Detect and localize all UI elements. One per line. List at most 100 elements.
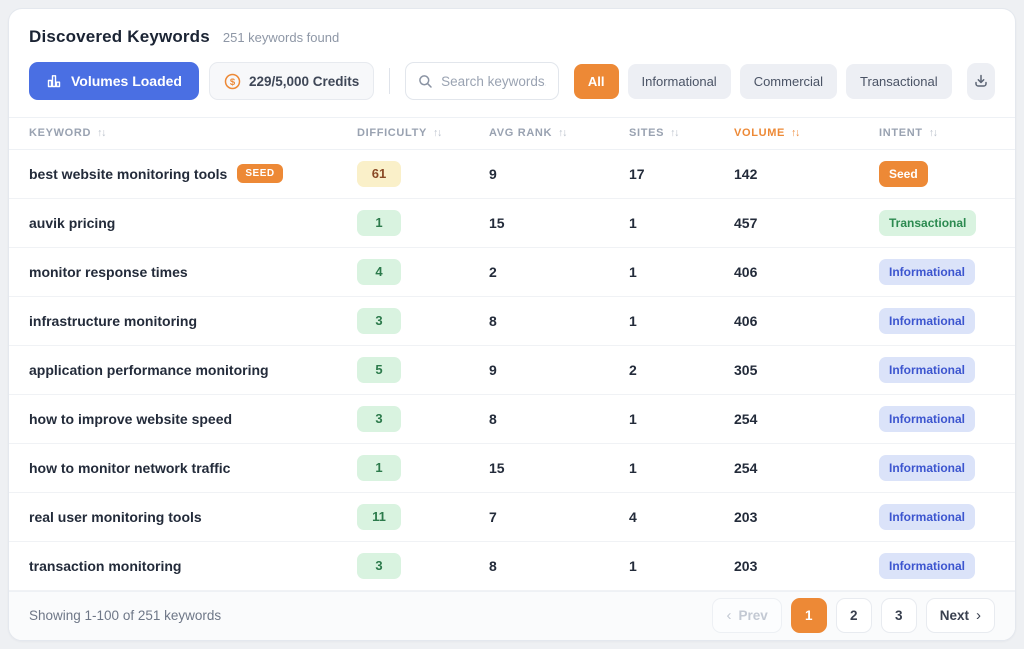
keyword-text: monitor response times xyxy=(29,264,188,280)
difficulty-badge: 3 xyxy=(357,308,401,334)
column-header-intent[interactable]: INTENT ↑↓ xyxy=(879,127,995,139)
table-row[interactable]: monitor response times 4 2 1 406 Informa… xyxy=(9,248,1015,297)
keyword-cell: monitor response times xyxy=(29,264,357,280)
page-button-2[interactable]: 2 xyxy=(836,598,872,633)
keyword-cell: transaction monitoring xyxy=(29,558,357,574)
column-label: KEYWORD xyxy=(29,127,91,139)
intent-cell: Transactional xyxy=(879,210,995,236)
sort-arrows-icon: ↑↓ xyxy=(929,127,937,139)
sites-cell: 1 xyxy=(629,460,734,476)
avg-rank-cell: 9 xyxy=(489,362,629,378)
difficulty-badge: 3 xyxy=(357,553,401,579)
keyword-text: best website monitoring tools xyxy=(29,166,227,182)
intent-cell: Informational xyxy=(879,553,995,579)
keyword-cell: how to improve website speed xyxy=(29,411,357,427)
avg-rank-cell: 2 xyxy=(489,264,629,280)
table-body: best website monitoring tools SEED 61 9 … xyxy=(9,150,1015,591)
toolbar: Volumes Loaded $ 229/5,000 Credits xyxy=(29,62,995,117)
keywords-found-count: 251 keywords found xyxy=(223,30,339,45)
keyword-cell: real user monitoring tools xyxy=(29,509,357,525)
intent-badge: Informational xyxy=(879,504,975,530)
table-row[interactable]: how to monitor network traffic 1 15 1 25… xyxy=(9,444,1015,493)
difficulty-badge: 4 xyxy=(357,259,401,285)
intent-cell: Informational xyxy=(879,406,995,432)
panel-header: Discovered Keywords 251 keywords found V… xyxy=(9,9,1015,117)
intent-badge: Informational xyxy=(879,553,975,579)
sort-arrows-icon: ↑↓ xyxy=(791,127,799,139)
sort-arrows-icon: ↑↓ xyxy=(97,127,105,139)
intent-cell: Informational xyxy=(879,504,995,530)
next-label: Next xyxy=(940,608,969,623)
difficulty-cell: 4 xyxy=(357,259,489,285)
column-header-sites[interactable]: SITES ↑↓ xyxy=(629,127,734,139)
volumes-loaded-button[interactable]: Volumes Loaded xyxy=(29,62,199,100)
prev-page-button[interactable]: ‹ Prev xyxy=(712,598,781,633)
page-button-3[interactable]: 3 xyxy=(881,598,917,633)
column-header-avg-rank[interactable]: AVG RANK ↑↓ xyxy=(489,127,629,139)
intent-badge: Seed xyxy=(879,161,928,187)
filter-all[interactable]: All xyxy=(574,64,619,99)
filter-commercial[interactable]: Commercial xyxy=(740,64,837,99)
table-row[interactable]: infrastructure monitoring 3 8 1 406 Info… xyxy=(9,297,1015,346)
table-row[interactable]: transaction monitoring 3 8 1 203 Informa… xyxy=(9,542,1015,591)
intent-badge: Informational xyxy=(879,357,975,383)
column-label: DIFFICULTY xyxy=(357,127,427,139)
panel-footer: Showing 1-100 of 251 keywords ‹ Prev 123… xyxy=(9,591,1015,640)
keyword-cell: how to monitor network traffic xyxy=(29,460,357,476)
intent-cell: Informational xyxy=(879,357,995,383)
table-row[interactable]: best website monitoring tools SEED 61 9 … xyxy=(9,150,1015,199)
sites-cell: 1 xyxy=(629,264,734,280)
table-row[interactable]: real user monitoring tools 11 7 4 203 In… xyxy=(9,493,1015,542)
page-button-1[interactable]: 1 xyxy=(791,598,827,633)
search-icon xyxy=(418,74,433,89)
avg-rank-cell: 9 xyxy=(489,166,629,182)
avg-rank-cell: 8 xyxy=(489,411,629,427)
keyword-text: infrastructure monitoring xyxy=(29,313,197,329)
column-header-difficulty[interactable]: DIFFICULTY ↑↓ xyxy=(357,127,489,139)
keyword-text: auvik pricing xyxy=(29,215,115,231)
volume-cell: 203 xyxy=(734,509,879,525)
credits-button[interactable]: $ 229/5,000 Credits xyxy=(209,62,374,100)
intent-cell: Informational xyxy=(879,259,995,285)
volume-cell: 406 xyxy=(734,264,879,280)
sites-cell: 4 xyxy=(629,509,734,525)
table-row[interactable]: how to improve website speed 3 8 1 254 I… xyxy=(9,395,1015,444)
column-header-volume[interactable]: VOLUME ↑↓ xyxy=(734,127,879,139)
sites-cell: 1 xyxy=(629,313,734,329)
table-row[interactable]: auvik pricing 1 15 1 457 Transactional xyxy=(9,199,1015,248)
difficulty-badge: 61 xyxy=(357,161,401,187)
avg-rank-cell: 8 xyxy=(489,558,629,574)
chevron-left-icon: ‹ xyxy=(726,608,731,623)
coin-icon: $ xyxy=(224,73,241,90)
keyword-cell: infrastructure monitoring xyxy=(29,313,357,329)
page-number-group: 123 xyxy=(791,598,917,633)
download-icon xyxy=(973,73,989,89)
keyword-cell: best website monitoring tools SEED xyxy=(29,164,357,183)
difficulty-cell: 3 xyxy=(357,308,489,334)
volumes-loaded-label: Volumes Loaded xyxy=(71,73,182,89)
difficulty-cell: 11 xyxy=(357,504,489,530)
keyword-text: how to improve website speed xyxy=(29,411,232,427)
difficulty-cell: 3 xyxy=(357,553,489,579)
column-header-keyword[interactable]: KEYWORD ↑↓ xyxy=(29,127,357,139)
volume-cell: 203 xyxy=(734,558,879,574)
difficulty-badge: 1 xyxy=(357,455,401,481)
filter-group: All Informational Commercial Transactional xyxy=(574,64,952,99)
prev-label: Prev xyxy=(738,608,767,623)
intent-cell: Informational xyxy=(879,308,995,334)
table-row[interactable]: application performance monitoring 5 9 2… xyxy=(9,346,1015,395)
sites-cell: 17 xyxy=(629,166,734,182)
keyword-cell: application performance monitoring xyxy=(29,362,357,378)
filter-informational[interactable]: Informational xyxy=(628,64,731,99)
search-input[interactable] xyxy=(441,74,546,89)
sort-arrows-icon: ↑↓ xyxy=(433,127,441,139)
sites-cell: 1 xyxy=(629,411,734,427)
avg-rank-cell: 15 xyxy=(489,460,629,476)
difficulty-cell: 61 xyxy=(357,161,489,187)
intent-badge: Transactional xyxy=(879,210,976,236)
filter-transactional[interactable]: Transactional xyxy=(846,64,952,99)
difficulty-cell: 5 xyxy=(357,357,489,383)
export-button[interactable] xyxy=(967,63,995,100)
next-page-button[interactable]: Next › xyxy=(926,598,995,633)
column-label: SITES xyxy=(629,127,664,139)
